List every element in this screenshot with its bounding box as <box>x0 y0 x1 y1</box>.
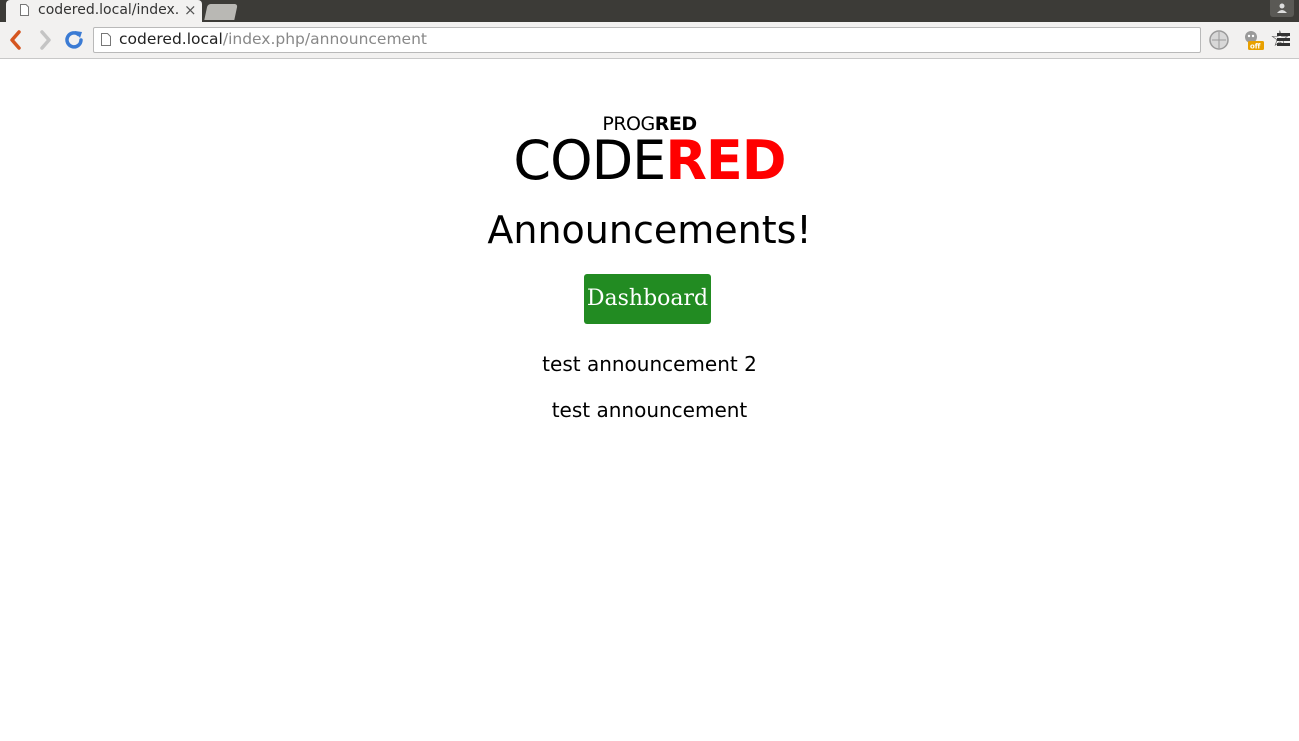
url-path: /index.php/announcement <box>222 30 427 48</box>
page-icon <box>101 33 111 46</box>
back-arrow-icon[interactable] <box>4 28 28 52</box>
profile-button[interactable] <box>1270 0 1294 17</box>
svg-text:off: off <box>1250 43 1261 51</box>
browser-tab[interactable]: codered.local/index.php/announcement × <box>6 0 202 22</box>
browser-menu-icon[interactable] <box>1277 33 1290 48</box>
new-tab-button[interactable] <box>204 4 238 20</box>
tab-strip: codered.local/index.php/announcement × <box>0 0 1299 22</box>
extension-off-icon[interactable]: off <box>1242 29 1264 51</box>
browser-toolbar: codered.local/index.php/announcement ☆ o… <box>0 22 1299 59</box>
close-tab-icon[interactable]: × <box>184 1 197 19</box>
forward-arrow-icon[interactable] <box>33 28 57 52</box>
announcement-item: test announcement 2 <box>542 352 757 376</box>
menu-bar-line <box>1277 33 1290 36</box>
www-extension-icon[interactable] <box>1208 29 1230 51</box>
user-icon <box>1277 3 1287 13</box>
brand-logo-red: RED <box>665 129 786 192</box>
document-icon <box>20 4 29 16</box>
brand-logo-code: CODE <box>513 129 666 192</box>
menu-bar-line <box>1277 43 1290 46</box>
menu-bar-line <box>1277 38 1290 41</box>
reload-icon[interactable] <box>62 28 86 52</box>
tab-title: codered.local/index.php/announcement <box>38 2 178 18</box>
url-text: codered.local/index.php/announcement <box>119 30 427 48</box>
dashboard-button[interactable]: Dashboard <box>584 274 711 324</box>
page-title: Announcements! <box>487 208 812 252</box>
announcement-item: test announcement <box>551 398 748 422</box>
url-host: codered.local <box>119 30 223 48</box>
brand-logo: CODERED <box>0 128 1299 194</box>
address-bar[interactable]: codered.local/index.php/announcement ☆ <box>93 27 1290 53</box>
